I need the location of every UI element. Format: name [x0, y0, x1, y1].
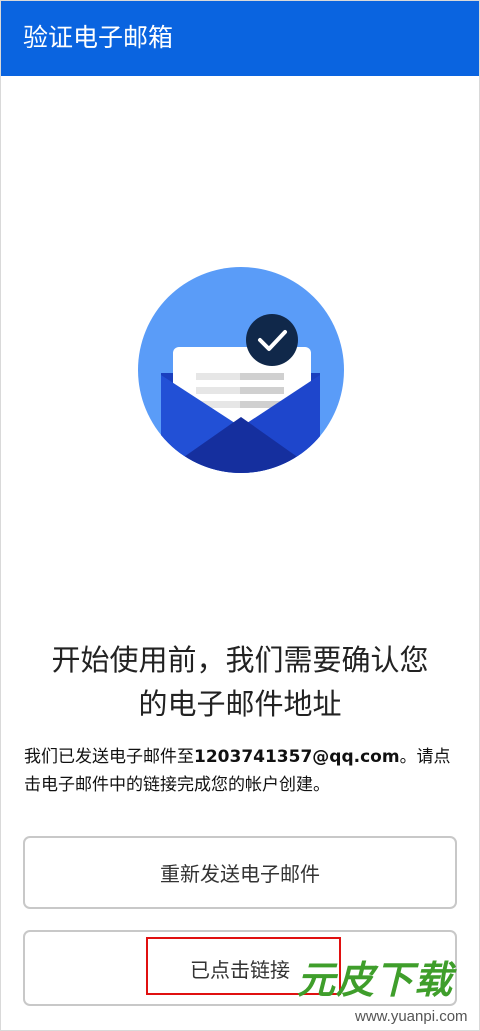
headline-line-2: 的电子邮件地址	[138, 687, 342, 721]
email-address: 1203741357@qq.com	[194, 747, 400, 767]
watermark-url: www.yuanpi.com	[355, 1008, 468, 1025]
headline: 开始使用前，我们需要确认您 的电子邮件地址	[1, 638, 479, 726]
instruction-prefix: 我们已发送电子邮件至	[24, 747, 194, 767]
headline-line-1: 开始使用前，我们需要确认您	[51, 643, 429, 677]
watermark-logo-text: 元皮下载	[297, 958, 454, 1002]
mail-verified-illustration	[138, 267, 344, 473]
site-watermark: 元皮下载 www.yuanpi.com	[289, 955, 479, 1030]
paper-line-3b	[240, 387, 284, 394]
paper-line-2b	[240, 373, 284, 380]
check-badge	[246, 314, 298, 366]
instruction-text: 我们已发送电子邮件至1203741357@qq.com。请点击电子邮件中的链接完…	[24, 743, 462, 799]
mail-verified-icon	[138, 267, 344, 473]
verify-email-screen: 验证电子邮箱 开始使用前，我们需要确认您 的电子邮件地址 我们已发送电子邮件至1…	[0, 0, 480, 1031]
link-clicked-label: 已点击链接	[190, 957, 290, 982]
page-title: 验证电子邮箱	[23, 23, 174, 52]
app-bar: 验证电子邮箱	[1, 1, 479, 76]
resend-email-button[interactable]: 重新发送电子邮件	[23, 836, 457, 909]
resend-email-label: 重新发送电子邮件	[160, 862, 320, 886]
